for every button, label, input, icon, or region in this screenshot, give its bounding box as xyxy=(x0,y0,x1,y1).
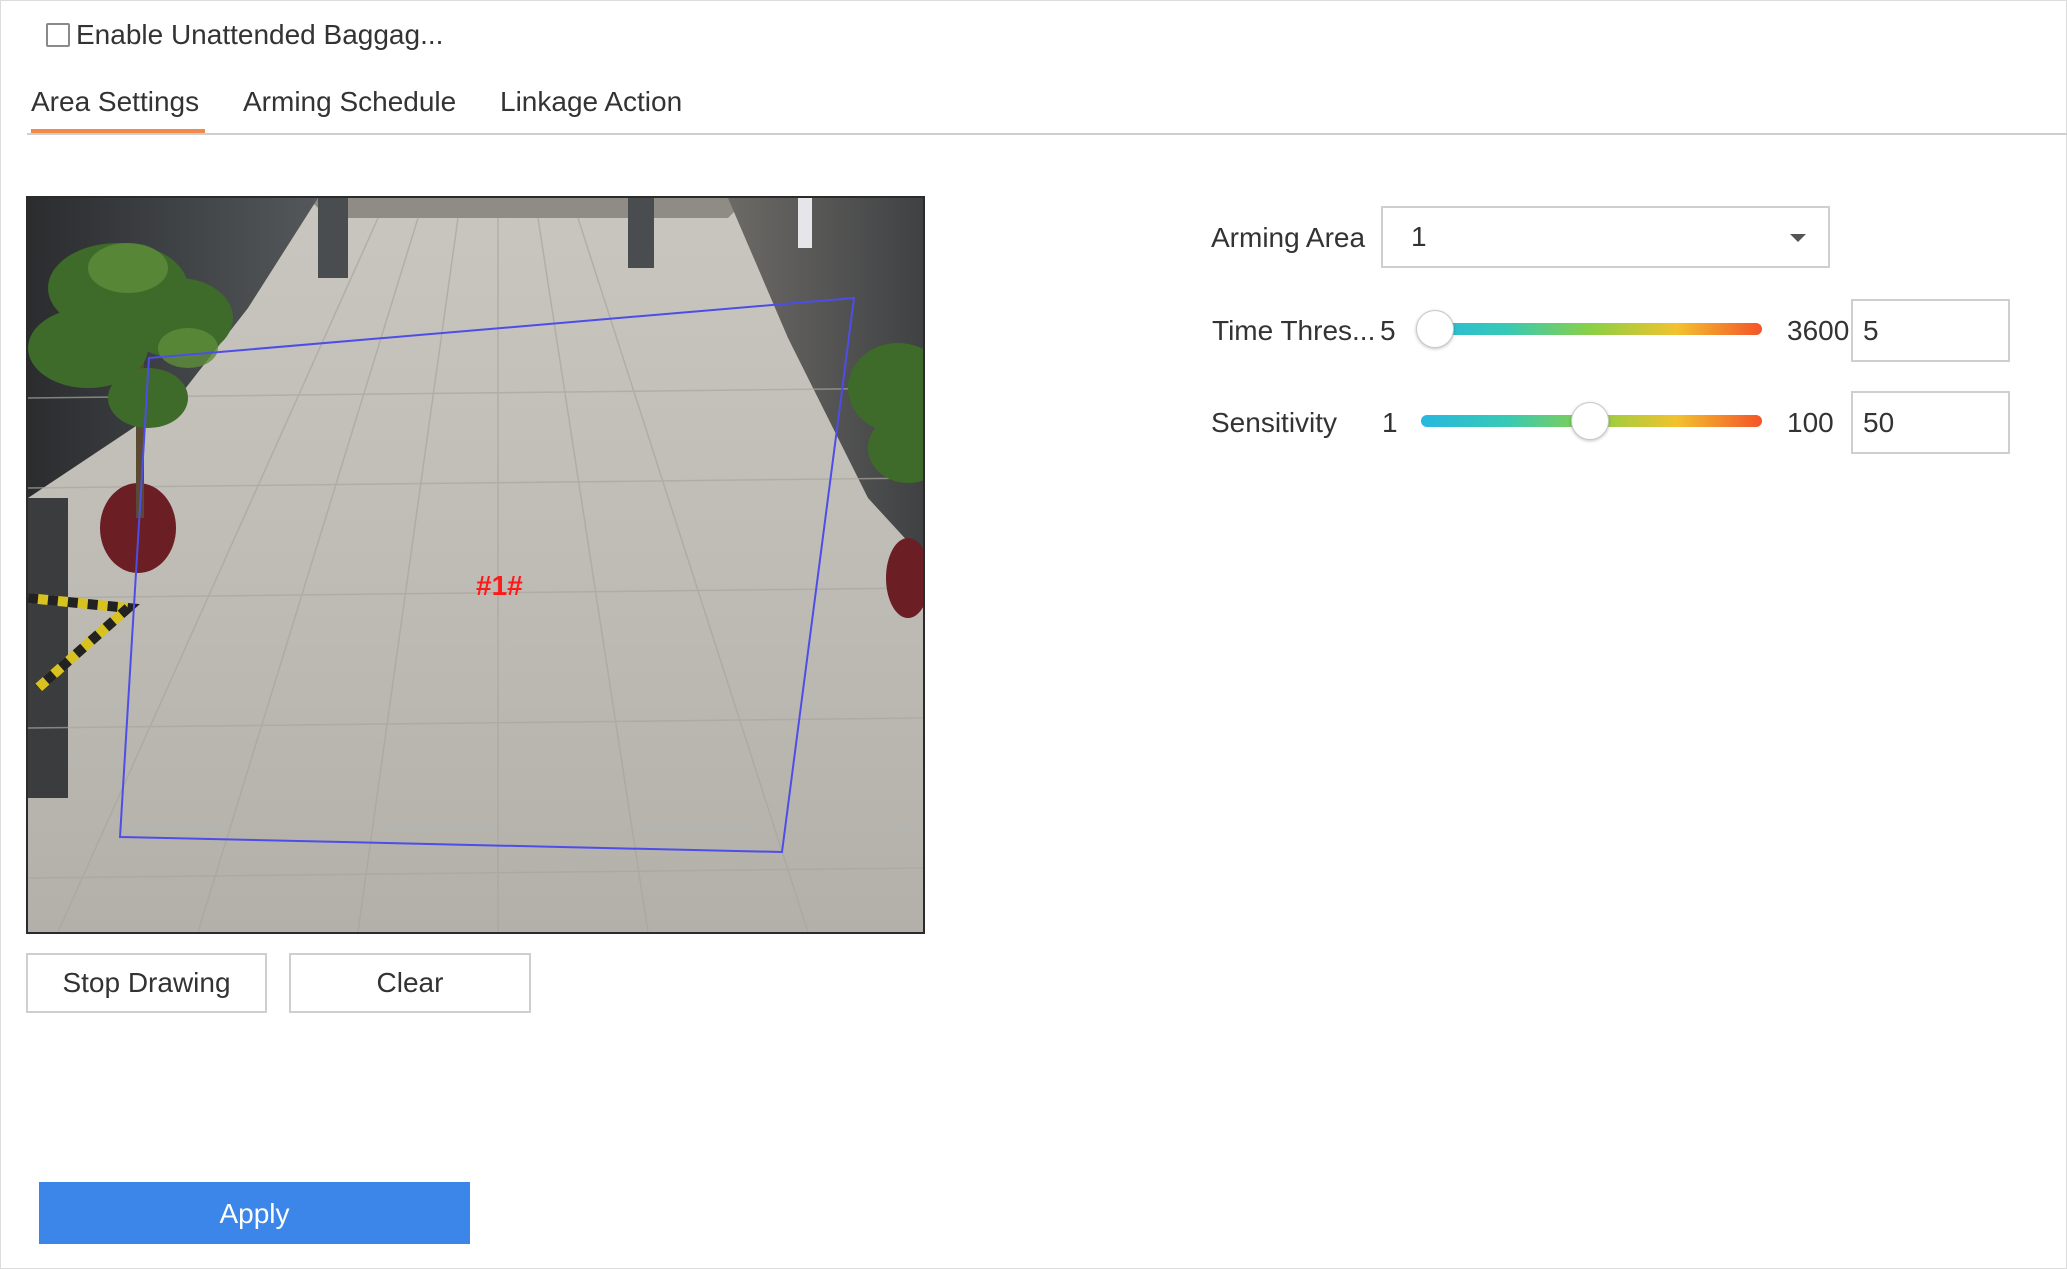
chevron-down-icon xyxy=(1790,234,1806,242)
enable-unattended-baggage-row[interactable]: Enable Unattended Baggag... xyxy=(46,15,443,55)
sensitivity-input[interactable] xyxy=(1851,391,2010,454)
time-threshold-label: Time Thres... xyxy=(1212,315,1376,346)
sensitivity-max: 100 xyxy=(1787,407,1834,438)
tab-area-settings[interactable]: Area Settings xyxy=(31,79,206,133)
arming-area-label: #1# xyxy=(476,570,523,601)
time-threshold-slider-thumb[interactable] xyxy=(1416,310,1454,348)
enable-unattended-baggage-label[interactable]: Enable Unattended Baggag... xyxy=(76,19,443,51)
sensitivity-slider-thumb[interactable] xyxy=(1570,402,1609,440)
sensitivity-min: 1 xyxy=(1382,407,1398,438)
arming-area-select[interactable]: 1 xyxy=(1381,206,1830,268)
arming-area-value: 1 xyxy=(1411,221,1427,252)
time-threshold-input[interactable] xyxy=(1851,299,2010,362)
arming-area-label-text: Arming Area xyxy=(1211,222,1366,253)
video-preview[interactable]: #1# xyxy=(26,196,925,934)
tab-bar: Area Settings Arming Schedule Linkage Ac… xyxy=(27,79,2067,135)
app-frame: Enable Unattended Baggag... Area Setting… xyxy=(0,0,2067,1269)
tab-linkage-action[interactable]: Linkage Action xyxy=(500,79,682,129)
time-threshold-min: 5 xyxy=(1380,315,1396,346)
sensitivity-label: Sensitivity xyxy=(1211,407,1338,438)
tab-arming-schedule[interactable]: Arming Schedule xyxy=(243,79,456,129)
apply-button[interactable]: Apply xyxy=(39,1182,470,1244)
camera-scene xyxy=(28,198,923,932)
time-threshold-slider[interactable] xyxy=(1421,323,1762,335)
clear-button[interactable]: Clear xyxy=(289,953,531,1013)
stop-drawing-button[interactable]: Stop Drawing xyxy=(26,953,267,1013)
checkbox-unchecked-icon[interactable] xyxy=(46,23,70,47)
time-threshold-max: 3600 xyxy=(1787,315,1850,346)
